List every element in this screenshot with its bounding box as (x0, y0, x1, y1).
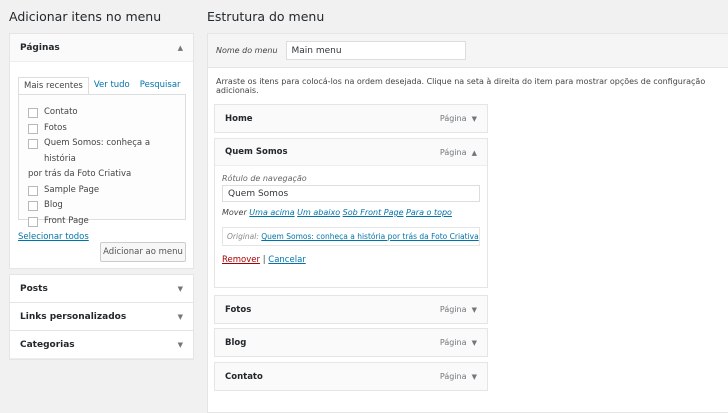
categories-section[interactable]: Categorias ▼ (9, 330, 194, 360)
nav-label: Rótulo de navegação (222, 174, 307, 183)
tab-view-all[interactable]: Ver tudo (89, 77, 135, 94)
checkbox[interactable] (28, 139, 38, 149)
list-item: Blog (28, 198, 176, 214)
list-item: Front Page (28, 214, 176, 230)
checkbox[interactable] (28, 185, 38, 196)
item-title: Blog (225, 337, 247, 348)
custom-links-section[interactable]: Links personalizados ▼ (9, 302, 194, 332)
remove-link[interactable]: Remover (222, 255, 260, 265)
expand-arrow-icon[interactable]: ▼ (178, 285, 183, 293)
collapse-arrow-icon[interactable]: ▲ (178, 44, 183, 52)
move-up-link[interactable]: Uma acima (249, 208, 294, 217)
checkbox[interactable] (28, 123, 38, 134)
move-down-link[interactable]: Um abaixo (297, 208, 340, 217)
checkbox[interactable] (28, 108, 38, 118)
list-item-wrap: por trás da Foto Criativa (28, 169, 132, 179)
cancel-link[interactable]: Cancelar (268, 255, 306, 265)
pages-title: Páginas (20, 42, 60, 53)
section-title: Links personalizados (20, 311, 127, 322)
item-label: Quem Somos: conheça a história (44, 138, 151, 164)
move-label: Mover (222, 208, 247, 217)
item-label: Contato (44, 107, 78, 117)
menu-item-home[interactable]: Home Página ▼ (214, 104, 488, 133)
expand-arrow-icon[interactable]: ▼ (178, 341, 183, 349)
checkbox[interactable] (28, 201, 38, 211)
expand-arrow-icon[interactable]: ▼ (472, 306, 477, 314)
add-to-menu-button[interactable]: Adicionar ao menu (100, 242, 186, 262)
separator: | (262, 255, 266, 265)
move-top-link[interactable]: Para o topo (406, 208, 452, 217)
list-item: Quem Somos: conheça a história (28, 136, 176, 167)
posts-section[interactable]: Posts ▼ (9, 274, 194, 304)
tab-recent[interactable]: Mais recentes (18, 77, 89, 94)
item-title: Fotos (225, 304, 252, 315)
pages-tabs: Mais recentes Ver tudo Pesquisar (18, 77, 186, 94)
original-link[interactable]: Quem Somos: conheça a história por trás … (261, 232, 478, 241)
collapse-arrow-icon[interactable]: ▲ (472, 149, 477, 157)
original-label: Original: (227, 232, 259, 241)
list-item: Fotos (28, 121, 176, 137)
menu-item-contato[interactable]: Contato Página ▼ (214, 362, 488, 391)
list-item: Sample Page (28, 183, 176, 199)
item-type: Página (439, 338, 467, 347)
menu-item-blog[interactable]: Blog Página ▼ (214, 328, 488, 357)
item-label: Front Page (44, 215, 89, 226)
original-box: Original: Quem Somos: conheça a história… (222, 227, 480, 246)
item-type: Página (439, 372, 467, 381)
item-title: Contato (225, 371, 263, 382)
section-title: Categorias (20, 339, 75, 350)
expand-arrow-icon[interactable]: ▼ (472, 373, 477, 381)
item-title: Home (225, 113, 253, 124)
menu-name-label: Nome do menu (216, 46, 278, 55)
menu-item-quem-somos: Quem Somos Página ▲ Rótulo de navegação Q… (214, 138, 488, 288)
move-row: Mover Uma acima Um abaixo Sob Front Page… (222, 208, 480, 217)
menu-name-input[interactable]: Main menu (285, 41, 466, 60)
tab-search[interactable]: Pesquisar (135, 77, 186, 94)
expand-arrow-icon[interactable]: ▼ (178, 313, 183, 321)
pages-list: Contato Fotos Quem Somos: conheça a hist… (18, 94, 186, 227)
item-type: Página (439, 114, 467, 123)
checkbox[interactable] (28, 216, 38, 227)
nav-label-input[interactable]: Quem Somos (222, 185, 480, 202)
item-title: Quem Somos (225, 147, 288, 157)
item-label: Blog (44, 200, 63, 210)
menu-item-fotos[interactable]: Fotos Página ▼ (214, 295, 488, 324)
select-all-link[interactable]: Selecionar todos (18, 232, 89, 242)
add-items-title: Adicionar itens no menu (9, 9, 162, 24)
item-label: Sample Page (44, 184, 100, 195)
expand-arrow-icon[interactable]: ▼ (472, 339, 477, 347)
move-under-link[interactable]: Sob Front Page (343, 208, 404, 217)
section-title: Posts (20, 283, 48, 294)
list-item: Contato (28, 105, 176, 121)
item-type: Página (439, 147, 467, 157)
item-label: Fotos (44, 122, 67, 133)
instructions: Arraste os itens para colocá-los na orde… (216, 77, 706, 95)
pages-header[interactable]: Páginas ▲ (10, 34, 193, 62)
menu-structure-title: Estrutura do menu (207, 9, 325, 24)
item-type: Página (439, 305, 467, 314)
expand-arrow-icon[interactable]: ▼ (472, 115, 477, 123)
